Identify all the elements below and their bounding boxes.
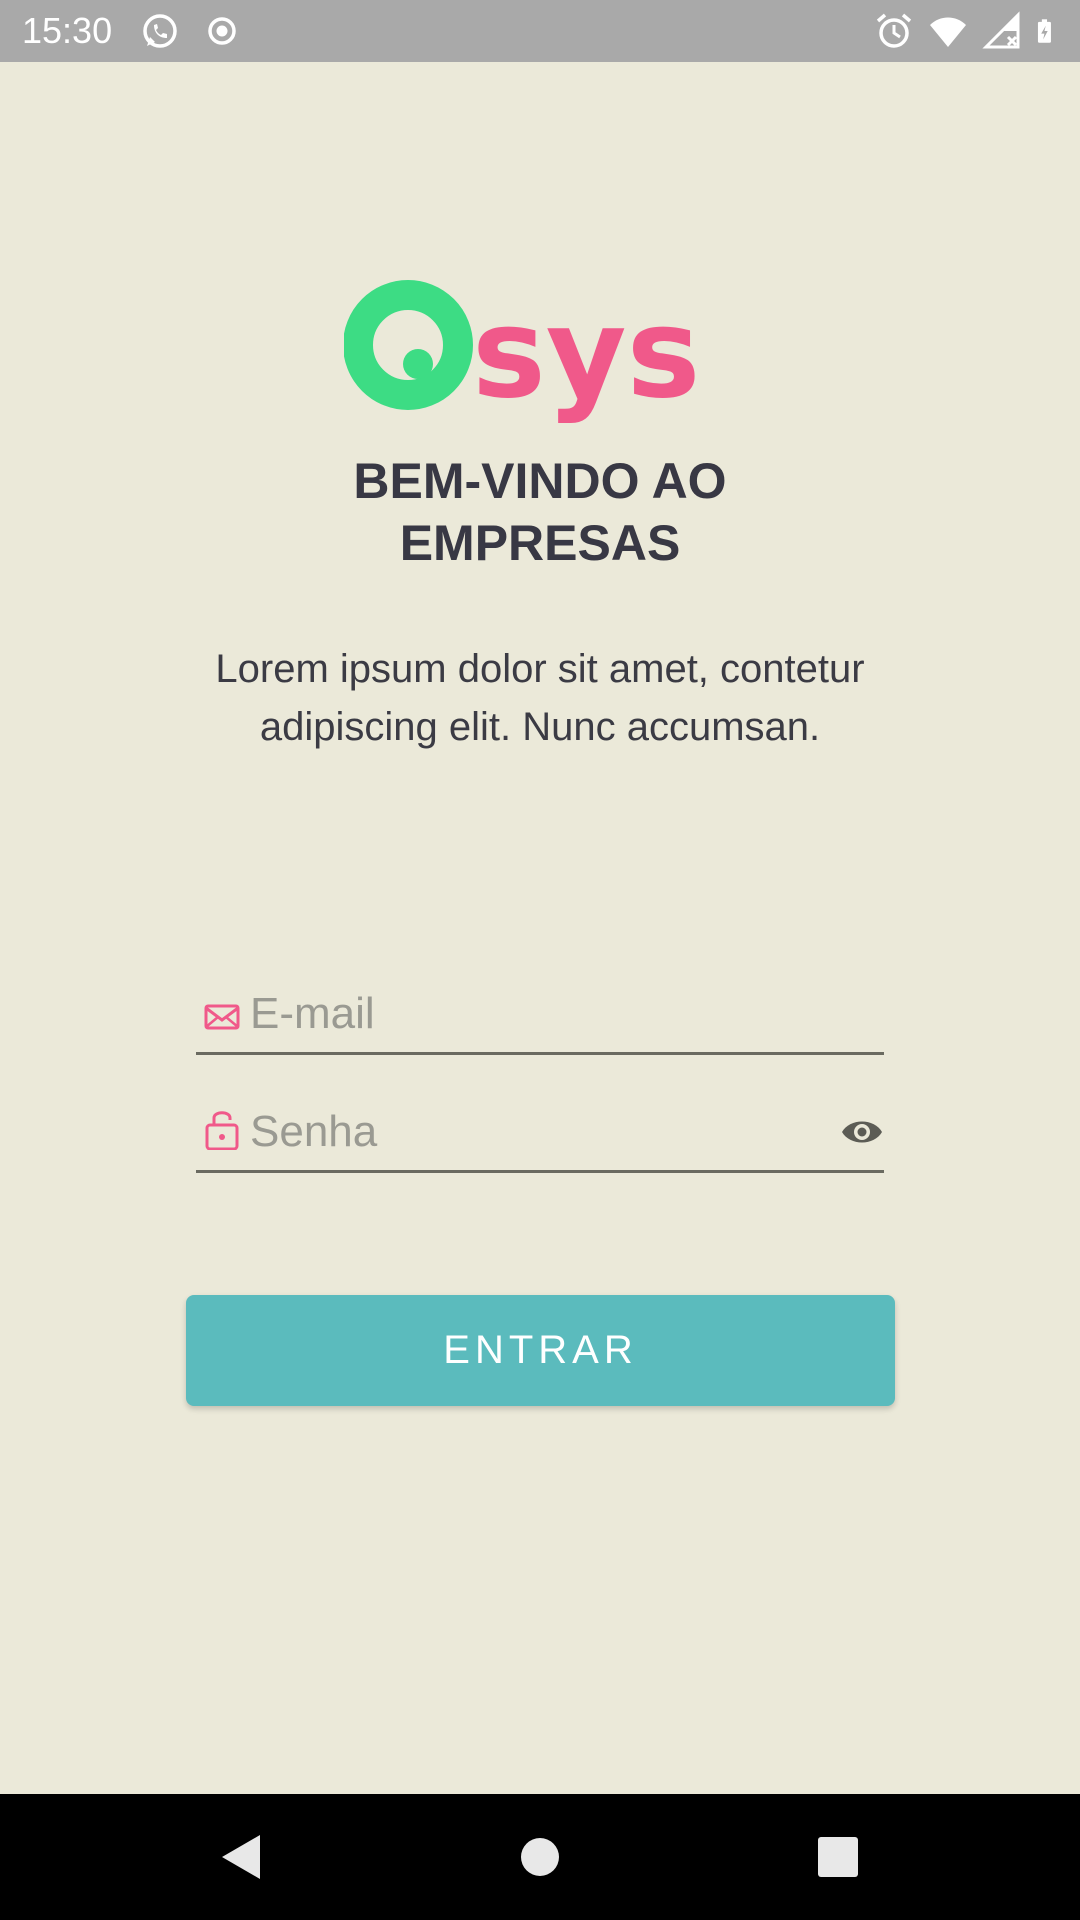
svg-text:sys: sys: [472, 282, 700, 426]
welcome-description: Lorem ipsum dolor sit amet, contetur adi…: [150, 640, 930, 756]
welcome-title: BEM-VINDO AO EMPRESAS: [140, 450, 940, 574]
back-icon[interactable]: [212, 1829, 268, 1885]
status-right-icons: [874, 11, 1062, 51]
battery-charging-icon: [1037, 19, 1051, 43]
lock-icon: [205, 1111, 239, 1150]
alarm-icon: [876, 13, 912, 48]
login-screen: 15:30 sys BEM-VINDO AO EMPRESAS Lorem ip…: [0, 0, 1080, 1920]
wifi-icon: [930, 17, 966, 47]
status-bar: 15:30: [0, 0, 1080, 62]
record-icon: [208, 17, 236, 45]
signal-icon: [982, 11, 1020, 49]
whatsapp-icon: [143, 14, 177, 48]
description-line-1: Lorem ipsum dolor sit amet, contetur: [215, 647, 865, 691]
mail-icon: [204, 1004, 240, 1030]
email-input[interactable]: [250, 980, 810, 1048]
password-field: [196, 1092, 884, 1173]
qsys-logo: sys: [344, 280, 700, 426]
welcome-title-line-1: BEM-VINDO AO: [353, 453, 727, 509]
recents-icon[interactable]: [810, 1829, 866, 1885]
status-left-icons: [140, 11, 242, 51]
welcome-title-line-2: EMPRESAS: [399, 515, 681, 571]
password-input[interactable]: [250, 1098, 810, 1166]
status-time: 15:30: [22, 10, 113, 51]
home-icon[interactable]: [512, 1829, 568, 1885]
navigation-bar: [0, 1794, 1080, 1920]
login-button[interactable]: ENTRAR: [186, 1295, 895, 1406]
email-field: [196, 974, 884, 1055]
description-line-2: adipiscing elit. Nunc accumsan.: [259, 705, 821, 749]
eye-icon[interactable]: [840, 1112, 884, 1152]
